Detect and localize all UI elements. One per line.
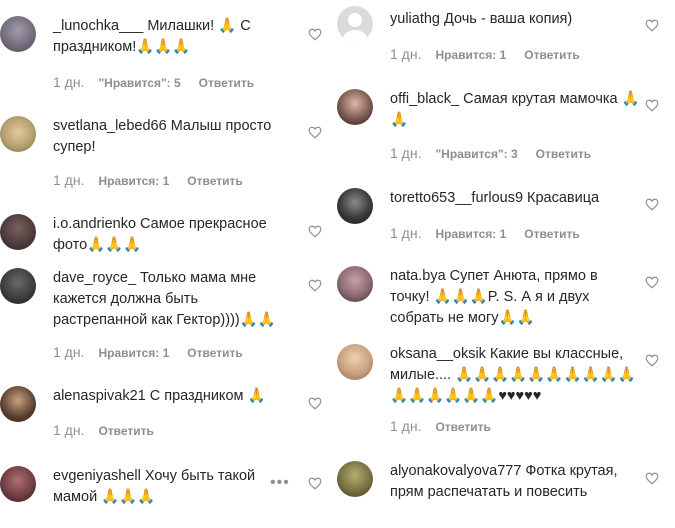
default-avatar-icon[interactable] — [337, 6, 373, 42]
reply-button[interactable]: Ответить — [435, 420, 490, 434]
comment-username[interactable]: yuliathg — [390, 11, 440, 27]
reply-button[interactable]: Ответить — [98, 424, 153, 438]
comment-time[interactable]: 1 дн. — [390, 418, 421, 434]
comment-username[interactable]: oksana__oksik — [390, 346, 486, 362]
heart-icon[interactable] — [645, 19, 659, 32]
comment-meta: 1 дн. "Нравится": 3 Ответить — [390, 145, 591, 161]
comment-likes[interactable]: Нравится: 1 — [98, 346, 169, 360]
comment-text-block: evgeniyashell Хочу быть такой мамой 🙏🙏🙏 — [53, 466, 289, 508]
comment-username[interactable]: i.o.andrienko — [53, 216, 136, 232]
heart-icon[interactable] — [308, 225, 322, 238]
comment-likes[interactable]: "Нравится": 3 — [435, 147, 517, 161]
reply-button[interactable]: Ответить — [524, 48, 579, 62]
avatar[interactable] — [0, 16, 36, 52]
comment-time[interactable]: 1 дн. — [390, 225, 421, 241]
heart-icon[interactable] — [645, 472, 659, 485]
heart-icon[interactable] — [308, 477, 322, 490]
comment-text-block: nata.bya Супет Анюта, прямо в точку! 🙏🙏🙏P… — [390, 266, 640, 329]
reply-button[interactable]: Ответить — [199, 76, 254, 90]
comment-username[interactable]: alenaspivak21 — [53, 388, 146, 404]
more-options-icon[interactable]: ••• — [270, 474, 290, 492]
comment-meta: 1 дн. Нравится: 1 Ответить — [53, 172, 243, 188]
heart-icon[interactable] — [308, 397, 322, 410]
comment-time[interactable]: 1 дн. — [53, 422, 84, 438]
reply-button[interactable]: Ответить — [187, 174, 242, 188]
comment-text-block: alenaspivak21 С праздником 🙏 — [53, 386, 289, 407]
reply-button[interactable]: Ответить — [187, 346, 242, 360]
avatar[interactable] — [337, 461, 373, 497]
comment-text-block: oksana__oksik Какие вы классные, милые...… — [390, 344, 640, 407]
avatar[interactable] — [337, 89, 373, 125]
comment-time[interactable]: 1 дн. — [390, 46, 421, 62]
comment-body: Дочь - ваша копия) — [443, 11, 573, 27]
comment-text-block: offi_black_ Самая крутая мамочка 🙏🙏 — [390, 89, 640, 131]
comment-username[interactable]: evgeniyashell — [53, 468, 141, 484]
avatar[interactable] — [0, 386, 36, 422]
comment-username[interactable]: _lunochka___ — [53, 18, 143, 34]
heart-icon[interactable] — [645, 276, 659, 289]
comment-meta: 1 дн. Нравится: 1 Ответить — [390, 46, 580, 62]
comment-time[interactable]: 1 дн. — [53, 172, 84, 188]
comment-text-block: toretto653__furlous9 Красавица — [390, 188, 640, 209]
heart-icon[interactable] — [645, 99, 659, 112]
comment-username[interactable]: alyonakovalyova777 — [390, 463, 521, 479]
comment-meta: 1 дн. Нравится: 1 Ответить — [53, 344, 243, 360]
comment-meta: 1 дн. Ответить — [53, 422, 154, 438]
heart-icon[interactable] — [308, 279, 322, 292]
comment-time[interactable]: 1 дн. — [53, 74, 84, 90]
avatar[interactable] — [337, 266, 373, 302]
comment-text-block: svetlana_lebed66 Малыш просто супер! — [53, 116, 289, 158]
comment-text-block: dave_royce_ Только мама мне кажется должн… — [53, 268, 289, 331]
comment-body: С праздником 🙏 — [149, 388, 266, 404]
avatar[interactable] — [0, 116, 36, 152]
comment-meta: 1 дн. Нравится: 1 Ответить — [390, 225, 580, 241]
comment-body: Красавица — [527, 190, 600, 206]
comment-likes[interactable]: Нравится: 1 — [435, 227, 506, 241]
comment-text-block: yuliathg Дочь - ваша копия) — [390, 9, 640, 30]
comment-username[interactable]: toretto653__furlous9 — [390, 190, 523, 206]
comment-time[interactable]: 1 дн. — [390, 145, 421, 161]
comment-username[interactable]: nata.bya — [390, 268, 446, 284]
avatar[interactable] — [0, 466, 36, 502]
heart-icon[interactable] — [645, 198, 659, 211]
comment-text-block: alyonakovalyova777 Фотка крутая, прям рас… — [390, 461, 640, 503]
comment-time[interactable]: 1 дн. — [53, 344, 84, 360]
avatar[interactable] — [337, 344, 373, 380]
comment-likes[interactable]: Нравится: 1 — [98, 174, 169, 188]
heart-icon[interactable] — [308, 28, 322, 41]
heart-icon[interactable] — [308, 126, 322, 139]
comment-likes[interactable]: Нравится: 1 — [435, 48, 506, 62]
reply-button[interactable]: Ответить — [524, 227, 579, 241]
comment-username[interactable]: offi_black_ — [390, 91, 459, 107]
comment-meta: 1 дн. "Нравится": 5 Ответить — [53, 74, 254, 90]
reply-button[interactable]: Ответить — [536, 147, 591, 161]
comment-text-block: _lunochka___ Милашки! 🙏 С праздником!🙏🙏🙏 — [53, 16, 289, 58]
avatar[interactable] — [0, 268, 36, 304]
comment-username[interactable]: dave_royce_ — [53, 270, 136, 286]
comment-meta: 1 дн. Ответить — [390, 418, 491, 434]
comment-username[interactable]: svetlana_lebed66 — [53, 118, 167, 134]
comment-text-block: i.o.andrienko Самое прекрасное фото🙏🙏🙏 — [53, 214, 289, 256]
comment-likes[interactable]: "Нравится": 5 — [98, 76, 180, 90]
heart-icon[interactable] — [645, 354, 659, 367]
avatar[interactable] — [337, 188, 373, 224]
avatar[interactable] — [0, 214, 36, 250]
